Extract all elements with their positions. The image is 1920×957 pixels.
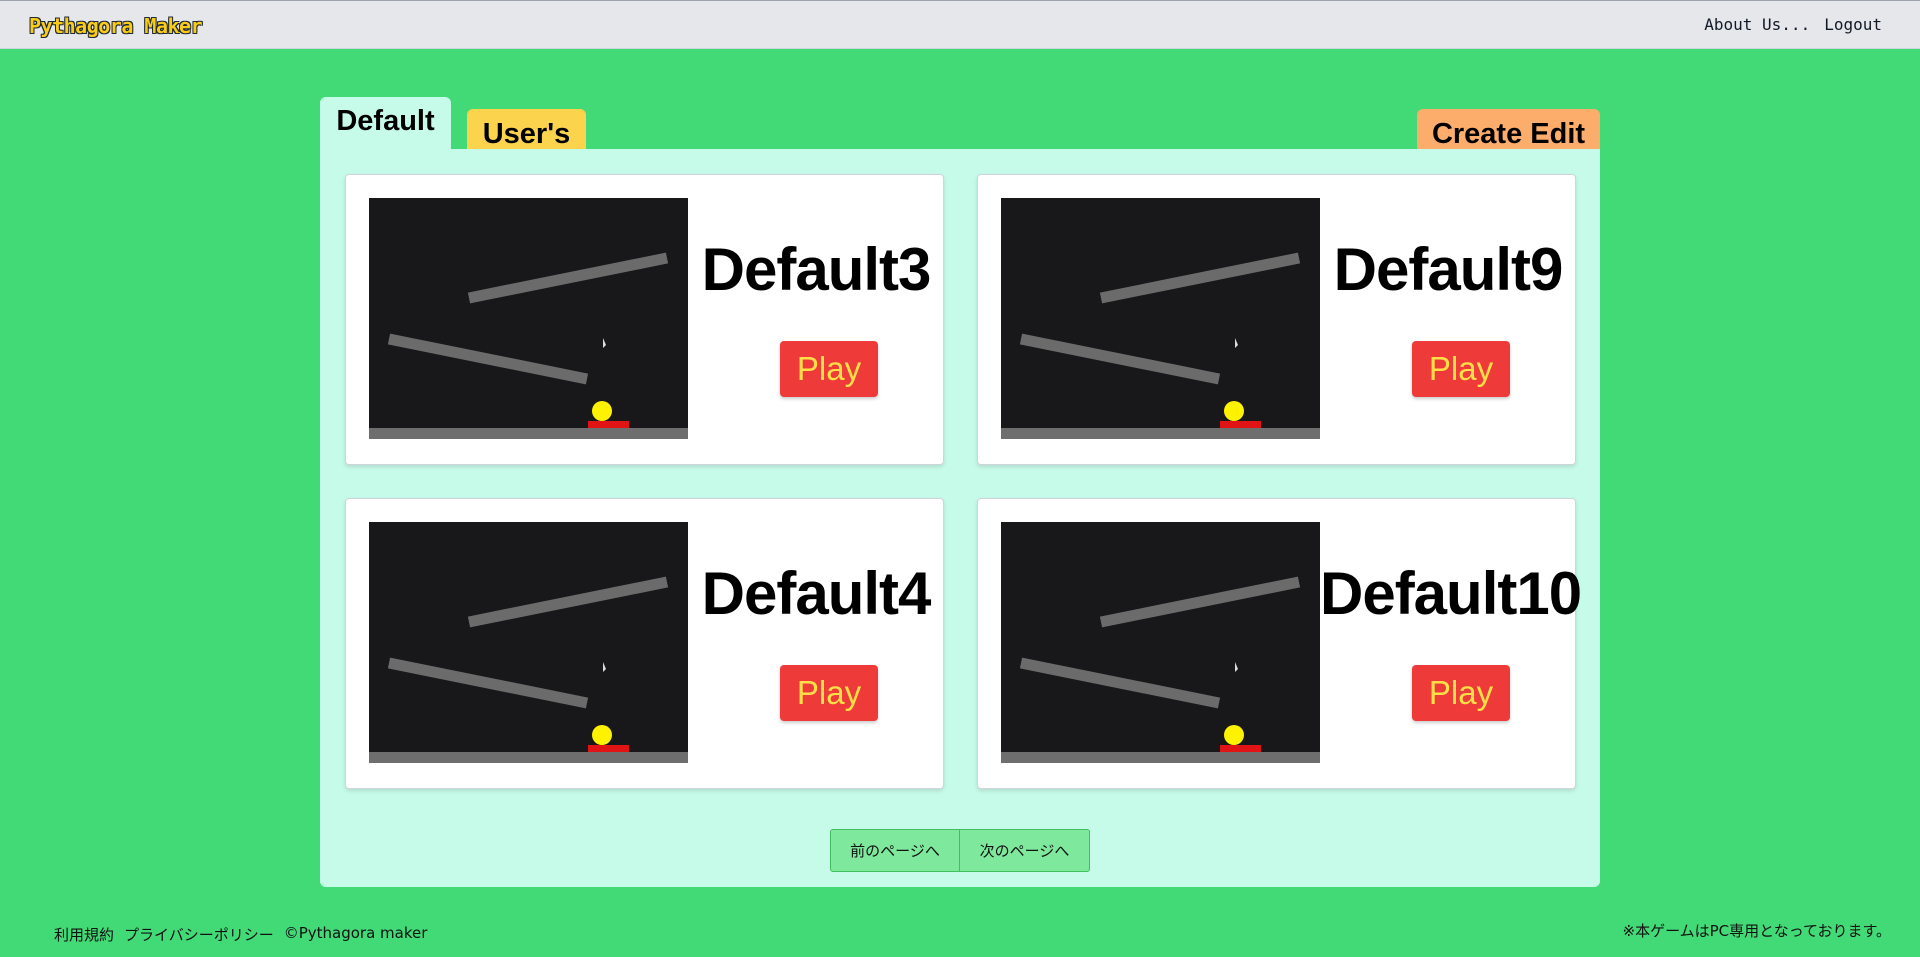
ground	[369, 428, 688, 439]
logo[interactable]: Pythagora Maker	[29, 14, 203, 38]
privacy-link[interactable]: プライバシーポリシー	[124, 924, 274, 945]
footer-links: 利用規約 プライバシーポリシー ©Pythagora maker	[54, 924, 427, 945]
play-button[interactable]: Play	[780, 665, 878, 721]
ball	[592, 401, 612, 421]
upper-ramp	[1099, 576, 1301, 628]
stage-list-panel: Default3 Play Default9 Play Default4 Pla…	[320, 149, 1600, 887]
copyright: ©Pythagora maker	[283, 924, 428, 942]
ground	[369, 752, 688, 763]
stage-preview-image[interactable]	[1001, 522, 1320, 763]
lower-ramp	[387, 657, 589, 709]
next-page-button[interactable]: 次のページへ	[960, 829, 1090, 872]
stage-title: Default4	[701, 560, 932, 627]
lower-ramp	[1019, 657, 1221, 709]
play-button[interactable]: Play	[1412, 665, 1510, 721]
nav-links: About Us... Logout	[1704, 15, 1882, 34]
tab-default[interactable]: Default	[320, 97, 451, 149]
stage-scene	[1001, 252, 1320, 439]
pc-only-notice: ※本ゲームはPC専用となっております。	[1622, 922, 1892, 940]
play-button[interactable]: Play	[780, 341, 878, 397]
stage-preview-image[interactable]	[369, 522, 688, 763]
ball	[1224, 725, 1244, 745]
lower-ramp	[387, 333, 589, 385]
ground	[1001, 428, 1320, 439]
stage-title: Default3	[701, 236, 932, 303]
upper-ramp	[1099, 252, 1301, 304]
upper-ramp	[467, 252, 669, 304]
cursor-icon	[603, 662, 606, 672]
cursor-icon	[1235, 338, 1238, 348]
goal-platform	[588, 421, 629, 429]
tab-create-edit[interactable]: Create Edit	[1417, 109, 1600, 151]
stage-scene	[1001, 576, 1320, 763]
stage-preview-image[interactable]	[369, 198, 688, 439]
cursor-icon	[603, 338, 606, 348]
goal-platform	[1220, 745, 1261, 753]
tab-users[interactable]: User's	[467, 109, 586, 151]
goal-platform	[1220, 421, 1261, 429]
ball	[1224, 401, 1244, 421]
logout-link[interactable]: Logout	[1824, 15, 1882, 34]
top-navbar: Pythagora Maker About Us... Logout	[0, 0, 1920, 49]
goal-platform	[588, 745, 629, 753]
cursor-icon	[1235, 662, 1238, 672]
stage-scene	[369, 252, 688, 439]
ball	[592, 725, 612, 745]
stage-card: Default9 Play	[977, 174, 1576, 465]
pagination: 前のページへ 次のページへ	[830, 829, 1090, 872]
stage-scene	[369, 576, 688, 763]
stage-card: Default4 Play	[345, 498, 944, 789]
ground	[1001, 752, 1320, 763]
upper-ramp	[467, 576, 669, 628]
stage-preview-image[interactable]	[1001, 198, 1320, 439]
prev-page-button[interactable]: 前のページへ	[830, 829, 960, 872]
stage-title: Default10	[1320, 560, 1582, 627]
about-link[interactable]: About Us...	[1704, 15, 1810, 34]
stage-title: Default9	[1333, 236, 1564, 303]
play-button[interactable]: Play	[1412, 341, 1510, 397]
terms-link[interactable]: 利用規約	[54, 924, 114, 945]
stage-card: Default3 Play	[345, 174, 944, 465]
stage-card: Default10 Play	[977, 498, 1582, 789]
lower-ramp	[1019, 333, 1221, 385]
